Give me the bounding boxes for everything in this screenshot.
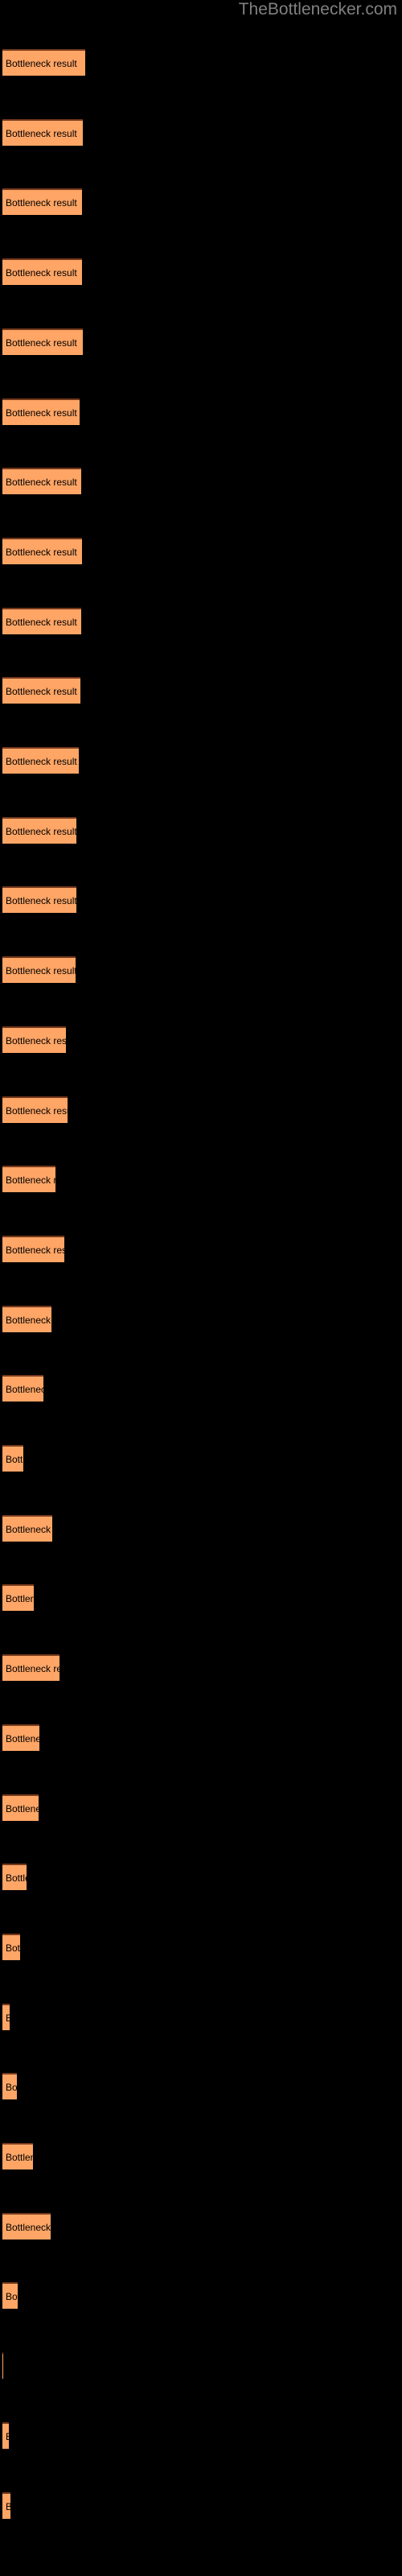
bar-label: Bottleneck result: [6, 407, 77, 419]
bar-20[interactable]: Bottleneck result: [2, 1375, 43, 1402]
bar-label: Bottleneck result: [6, 2431, 9, 2442]
bar-9[interactable]: Bottleneck result: [2, 608, 81, 634]
bar-label: Bottleneck result: [6, 1523, 52, 1535]
bar-21[interactable]: Bottleneck result: [2, 1445, 23, 1472]
bottleneck-bar-chart: TheBottlenecker.com Bottleneck result Bot…: [0, 0, 402, 2576]
bar-28[interactable]: Bottleneck result: [2, 1934, 20, 1960]
bar-label: Bottleneck result: [6, 266, 77, 279]
bar-1[interactable]: Bottleneck result: [2, 49, 85, 76]
bar-6[interactable]: Bottleneck result: [2, 398, 80, 425]
bar-22[interactable]: Bottleneck result: [2, 1515, 52, 1542]
bar-33[interactable]: Bottleneck result: [2, 2282, 18, 2309]
bar-18[interactable]: Bottleneck result: [2, 1236, 64, 1262]
bar-24[interactable]: Bottleneck result: [2, 1654, 59, 1681]
bar-label: Bottleneck result: [6, 2501, 10, 2512]
bar-12[interactable]: Bottleneck result: [2, 817, 76, 844]
bar-label: Bottleneck result: [6, 196, 77, 208]
bar-7[interactable]: Bottleneck result: [2, 468, 81, 494]
bar-label: Bottleneck result: [6, 1453, 23, 1465]
bar-label: Bottleneck result: [6, 127, 77, 139]
bar-label: Bottleneck result: [6, 2221, 51, 2233]
bar-4[interactable]: Bottleneck result: [2, 258, 82, 285]
bar-35[interactable]: Bottleneck result: [2, 2422, 9, 2449]
bar-label: Bottleneck result: [6, 616, 77, 628]
bar-label: Bottleneck result: [6, 1104, 68, 1117]
bar-label: Bottleneck result: [6, 1244, 64, 1256]
bar-label: Bottleneck result: [6, 2290, 18, 2302]
bar-36[interactable]: Bottleneck result: [2, 2492, 10, 2519]
bar-2[interactable]: Bottleneck result: [2, 119, 83, 146]
bar-label: Bottleneck result: [6, 476, 77, 488]
bar-label: Bottleneck result: [6, 2151, 33, 2163]
bar-label: Bottleneck result: [6, 1592, 34, 1604]
bar-25[interactable]: Bottleneck result: [2, 1724, 39, 1751]
bar-32[interactable]: Bottleneck result: [2, 2213, 51, 2240]
bar-11[interactable]: Bottleneck result: [2, 747, 79, 774]
bar-label: Bottleneck result: [6, 1174, 55, 1186]
site-watermark: TheBottlenecker.com: [238, 0, 397, 19]
bar-16[interactable]: Bottleneck result: [2, 1096, 68, 1123]
bar-23[interactable]: Bottleneck result: [2, 1584, 34, 1611]
bar-label: Bottleneck result: [6, 1872, 27, 1884]
bar-13[interactable]: Bottleneck result: [2, 886, 76, 913]
bar-label: Bottleneck result: [6, 336, 77, 349]
bar-label: Bottleneck result: [6, 1034, 66, 1046]
bar-label: Bottleneck result: [6, 894, 76, 906]
bar-label: Bottleneck result: [6, 1314, 51, 1326]
bar-10[interactable]: Bottleneck result: [2, 677, 80, 704]
bar-label: Bottleneck result: [6, 755, 77, 767]
bar-19[interactable]: Bottleneck result: [2, 1306, 51, 1332]
bar-26[interactable]: Bottleneck result: [2, 1794, 39, 1821]
bar-label: Bottleneck result: [6, 1662, 59, 1674]
bar-label: Bottleneck result: [6, 1383, 43, 1395]
bar-label: Bottleneck result: [6, 1802, 39, 1814]
bar-label: Bottleneck result: [6, 57, 77, 69]
bar-label: Bottleneck result: [6, 964, 76, 976]
bar-31[interactable]: Bottleneck result: [2, 2143, 33, 2169]
bar-17[interactable]: Bottleneck result: [2, 1166, 55, 1192]
bar-label: Bottleneck result: [6, 825, 76, 837]
bar-label: Bottleneck result: [6, 1942, 20, 1954]
bar-14[interactable]: Bottleneck result: [2, 956, 76, 983]
bar-27[interactable]: Bottleneck result: [2, 1864, 27, 1890]
bar-15[interactable]: Bottleneck result: [2, 1026, 66, 1053]
bar-8[interactable]: Bottleneck result: [2, 538, 82, 564]
bar-label: Bottleneck result: [6, 546, 77, 558]
bar-label: Bottleneck result: [6, 2013, 10, 2024]
bar-label: Bottleneck result: [6, 1732, 39, 1744]
bar-29[interactable]: Bottleneck result: [2, 2004, 10, 2030]
bar-34[interactable]: Bottleneck result: [2, 2352, 3, 2379]
bar-3[interactable]: Bottleneck result: [2, 188, 82, 215]
bar-label: Bottleneck result: [6, 685, 77, 697]
bar-5[interactable]: Bottleneck result: [2, 328, 83, 355]
bar-30[interactable]: Bottleneck result: [2, 2073, 17, 2099]
bar-label: Bottleneck result: [6, 2081, 17, 2093]
